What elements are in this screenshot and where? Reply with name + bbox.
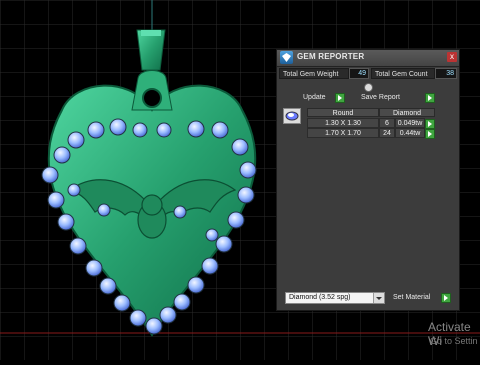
column-header-round: Round xyxy=(307,108,379,117)
table-row: 1.30 X 1.30 6 0.049tw xyxy=(307,118,447,129)
save-report-button[interactable] xyxy=(425,93,435,103)
pendant-bail xyxy=(136,29,166,71)
chevron-down-icon[interactable] xyxy=(373,293,384,303)
material-select-value: Diamond (3.52 spg) xyxy=(289,294,351,301)
update-label: Update xyxy=(303,94,326,101)
panel-title: GEM REPORTER xyxy=(297,52,365,61)
set-material-button[interactable] xyxy=(441,293,451,303)
gem-reporter-panel: GEM REPORTER x Total Gem Weight 49 Total… xyxy=(276,49,460,311)
gem-count-cell: 6 xyxy=(379,118,395,128)
set-material-label: Set Material xyxy=(393,294,431,301)
total-gem-weight-label: Total Gem Weight xyxy=(279,68,349,79)
activation-watermark-sub: Go to Settin xyxy=(430,336,478,346)
gem-size-cell: 1.70 X 1.70 xyxy=(307,128,379,138)
gem-count-cell: 24 xyxy=(379,128,395,138)
gem-weight-cell: 0.049tw xyxy=(395,118,425,128)
material-bar: Diamond (3.52 spg) Set Material xyxy=(281,292,457,306)
close-icon[interactable]: x xyxy=(447,52,457,62)
row-select-button[interactable] xyxy=(425,129,435,139)
gem-thumbnail[interactable] xyxy=(283,108,301,124)
panel-splitter-handle[interactable] xyxy=(364,83,373,92)
table-row: 1.70 X 1.70 24 0.44tw xyxy=(307,128,447,139)
gem-weight-cell: 0.44tw xyxy=(395,128,425,138)
gem-reporter-app-icon xyxy=(280,51,293,64)
gem-size-cell: 1.30 X 1.30 xyxy=(307,118,379,128)
material-select[interactable]: Diamond (3.52 spg) xyxy=(285,292,385,304)
total-gem-count-value: 38 xyxy=(435,68,457,79)
panel-titlebar[interactable]: GEM REPORTER x xyxy=(277,50,459,67)
total-gem-weight-value: 49 xyxy=(349,68,369,79)
save-report-label: Save Report xyxy=(361,94,400,101)
column-header-diamond: Diamond xyxy=(379,108,435,117)
total-gem-count-label: Total Gem Count xyxy=(371,68,435,79)
update-button[interactable] xyxy=(335,93,345,103)
